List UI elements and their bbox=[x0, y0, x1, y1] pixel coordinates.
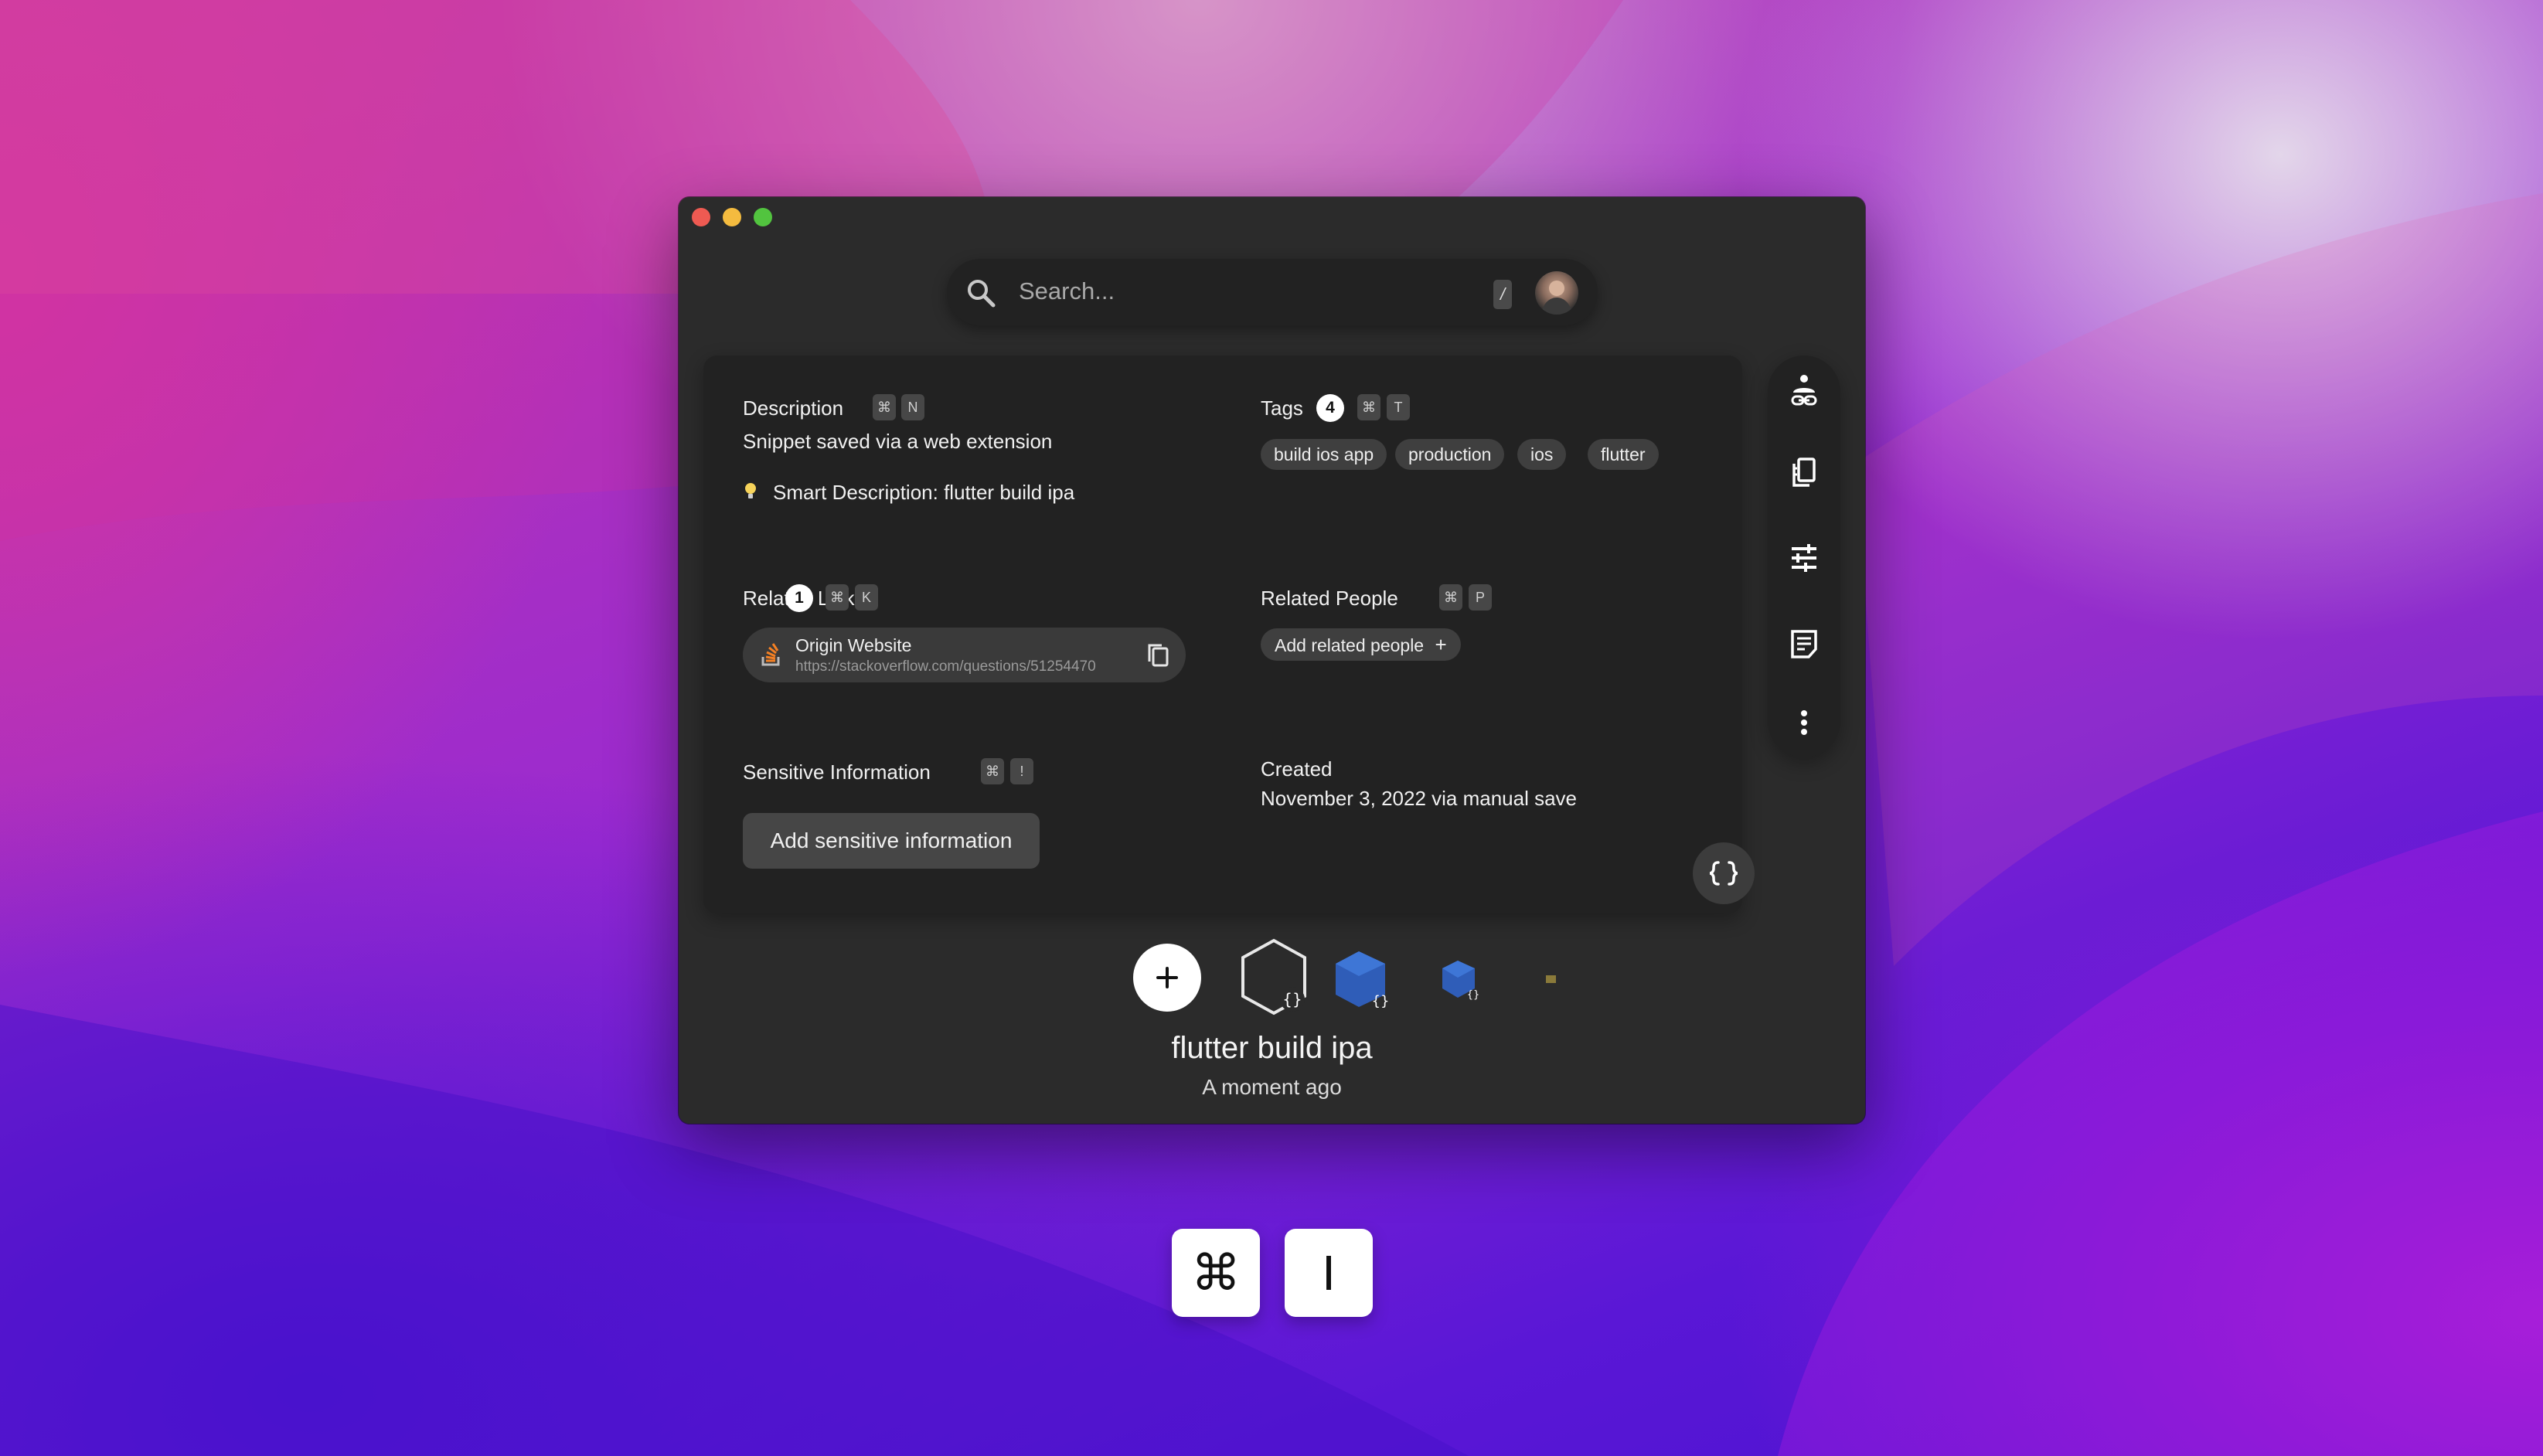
related-people-label: Related People bbox=[1261, 587, 1398, 610]
zoom-window-button[interactable] bbox=[754, 208, 772, 226]
description-text[interactable]: Snippet saved via a web extension bbox=[743, 430, 1052, 454]
snippet-details-panel: Description ⌘ N Snippet saved via a web … bbox=[703, 355, 1755, 913]
snippet-thumbnail-selected[interactable]: {} bbox=[1237, 937, 1311, 1018]
search-shortcut-key: / bbox=[1493, 280, 1512, 309]
stackoverflow-icon bbox=[761, 643, 780, 666]
tag-chip[interactable]: flutter bbox=[1588, 439, 1659, 470]
copy-icon[interactable] bbox=[1145, 641, 1171, 669]
sliders-icon[interactable] bbox=[1789, 541, 1820, 575]
add-related-people-button[interactable]: Add related people + bbox=[1261, 628, 1461, 661]
snippet-title: flutter build ipa bbox=[1171, 1031, 1373, 1065]
action-rail bbox=[1768, 355, 1840, 757]
window-controls bbox=[692, 208, 772, 226]
curly-braces-icon bbox=[1709, 861, 1738, 886]
avatar[interactable] bbox=[1535, 271, 1578, 315]
description-shortcut-n: N bbox=[901, 394, 924, 420]
related-link-item[interactable]: Origin Website https://stackoverflow.com… bbox=[743, 628, 1186, 682]
smart-description[interactable]: Smart Description: flutter build ipa bbox=[773, 481, 1074, 505]
copy-page-icon[interactable] bbox=[1789, 456, 1820, 490]
related-links-shortcut-k: K bbox=[855, 584, 878, 611]
tags-shortcut-cmd: ⌘ bbox=[1357, 394, 1380, 420]
user-photo-icon bbox=[1541, 281, 1572, 315]
note-icon[interactable] bbox=[1789, 628, 1820, 662]
code-view-button[interactable] bbox=[1693, 842, 1755, 904]
add-related-people-label: Add related people bbox=[1275, 635, 1425, 655]
snippet-thumbnail[interactable]: {} bbox=[1333, 948, 1394, 1013]
add-sensitive-info-button[interactable]: Add sensitive information bbox=[743, 813, 1040, 869]
app-window: Search... / Description ⌘ N Snippet save… bbox=[679, 197, 1865, 1124]
snippet-timestamp: A moment ago bbox=[1202, 1075, 1342, 1099]
close-window-button[interactable] bbox=[692, 208, 710, 226]
tags-label: Tags bbox=[1261, 396, 1303, 420]
svg-text:{}: {} bbox=[1372, 993, 1390, 1009]
tag-chip[interactable]: ios bbox=[1517, 439, 1567, 470]
sensitive-shortcut-bang: ! bbox=[1010, 758, 1033, 784]
related-links-shortcut-cmd: ⌘ bbox=[826, 584, 849, 611]
svg-text:{}: {} bbox=[1467, 989, 1480, 1001]
tags-count-badge: 4 bbox=[1316, 394, 1344, 422]
minimize-window-button[interactable] bbox=[723, 208, 741, 226]
add-snippet-button[interactable] bbox=[1133, 944, 1201, 1012]
related-people-shortcut-p: P bbox=[1469, 584, 1492, 611]
shortcut-key-i: I bbox=[1285, 1229, 1373, 1317]
description-shortcut-cmd: ⌘ bbox=[873, 394, 896, 420]
person-link-icon[interactable] bbox=[1789, 374, 1820, 408]
sensitive-shortcut-cmd: ⌘ bbox=[981, 758, 1004, 784]
created-label: Created bbox=[1261, 757, 1333, 781]
description-label: Description bbox=[743, 396, 844, 420]
sensitive-info-label: Sensitive Information bbox=[743, 760, 931, 784]
related-links-count-badge: 1 bbox=[785, 584, 813, 612]
tags-shortcut-t: T bbox=[1387, 394, 1410, 420]
tag-chip[interactable]: build ios app bbox=[1261, 439, 1387, 470]
related-link-url[interactable]: https://stackoverflow.com/questions/5125… bbox=[795, 658, 1135, 675]
tag-chip[interactable]: production bbox=[1395, 439, 1505, 470]
snippet-thumbnail[interactable]: {} bbox=[1439, 958, 1483, 1002]
related-people-shortcut-cmd: ⌘ bbox=[1439, 584, 1462, 611]
lightbulb-icon bbox=[745, 483, 756, 498]
plus-icon bbox=[1156, 967, 1178, 988]
plus-icon: + bbox=[1435, 633, 1447, 656]
created-value: November 3, 2022 via manual save bbox=[1261, 787, 1578, 810]
more-vertical-icon[interactable] bbox=[1789, 707, 1820, 741]
search-icon bbox=[968, 280, 996, 308]
search-bar[interactable]: Search... / bbox=[947, 259, 1598, 325]
related-link-title: Origin Website bbox=[795, 635, 912, 655]
snippet-thumbnail[interactable] bbox=[1544, 972, 1558, 986]
shortcut-key-cmd: ⌘ bbox=[1172, 1229, 1260, 1317]
search-input[interactable]: Search... bbox=[1019, 277, 1115, 305]
svg-text:{}: {} bbox=[1282, 990, 1302, 1009]
